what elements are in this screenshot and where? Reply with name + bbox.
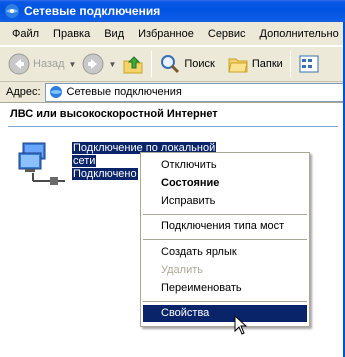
menu-item-rename[interactable]: Переименовать bbox=[143, 280, 307, 297]
back-arrow-icon bbox=[8, 53, 30, 75]
address-field[interactable]: Сетевые подключения bbox=[44, 82, 345, 102]
explorer-window: Сетевые подключения Файл Правка Вид Избр… bbox=[0, 0, 345, 357]
menu-separator bbox=[143, 214, 307, 215]
folders-button[interactable]: Папки bbox=[224, 49, 286, 79]
address-value: Сетевые подключения bbox=[66, 86, 182, 98]
menu-item-properties[interactable]: Свойства bbox=[143, 305, 307, 322]
views-icon bbox=[299, 55, 319, 73]
menu-file[interactable]: Файл bbox=[0, 28, 46, 40]
back-label: Назад bbox=[33, 58, 65, 70]
views-button[interactable] bbox=[295, 49, 323, 79]
up-folder-button[interactable] bbox=[119, 49, 147, 79]
up-folder-icon bbox=[123, 56, 143, 74]
menu-item-bridge-connections[interactable]: Подключения типа мост bbox=[143, 218, 307, 235]
lan-connection-icon[interactable] bbox=[17, 139, 69, 187]
forward-button[interactable]: ▼ bbox=[79, 49, 119, 79]
menu-item-disconnect[interactable]: Отключить bbox=[143, 157, 307, 174]
menu-bar: Файл Правка Вид Избранное Сервис Дополни… bbox=[0, 22, 345, 46]
address-label: Адрес: bbox=[6, 86, 41, 98]
group-header: ЛВС или высокоскоростной Интернет bbox=[10, 108, 218, 120]
forward-arrow-icon bbox=[82, 53, 104, 75]
mouse-cursor-icon bbox=[234, 315, 248, 335]
folders-label: Папки bbox=[251, 58, 283, 70]
group-divider bbox=[8, 126, 338, 127]
menu-separator bbox=[143, 239, 307, 240]
search-icon bbox=[161, 55, 180, 74]
forward-dropdown-icon[interactable]: ▼ bbox=[108, 60, 116, 69]
window-title: Сетевые подключения bbox=[24, 4, 161, 18]
search-button[interactable]: Поиск bbox=[156, 49, 217, 79]
folders-icon bbox=[228, 58, 248, 73]
menu-advanced[interactable]: Дополнительно bbox=[253, 28, 345, 40]
context-menu: Отключить Состояние Исправить Подключени… bbox=[140, 152, 310, 327]
menu-tools[interactable]: Сервис bbox=[201, 28, 253, 40]
connection-name-line2: сети bbox=[72, 155, 97, 167]
connection-status: Подключено bbox=[72, 168, 138, 180]
menu-edit[interactable]: Правка bbox=[46, 28, 97, 40]
menu-item-repair[interactable]: Исправить bbox=[143, 193, 307, 210]
network-globe-icon bbox=[49, 86, 62, 98]
menu-item-status[interactable]: Состояние bbox=[143, 175, 307, 192]
toolbar-separator bbox=[289, 51, 291, 77]
menu-view[interactable]: Вид bbox=[97, 28, 131, 40]
menu-favorites[interactable]: Избранное bbox=[131, 28, 201, 40]
address-bar: Адрес: Сетевые подключения bbox=[0, 82, 345, 103]
menu-item-delete: Удалить bbox=[161, 264, 203, 276]
menu-item-create-shortcut[interactable]: Создать ярлык bbox=[143, 244, 307, 261]
toolbar: Назад ▼ ▼ Поиск Папки bbox=[0, 46, 345, 82]
back-button[interactable]: Назад ▼ bbox=[0, 49, 79, 79]
search-label: Поиск bbox=[184, 58, 215, 70]
toolbar-separator bbox=[151, 51, 153, 77]
back-dropdown-icon[interactable]: ▼ bbox=[69, 60, 77, 69]
network-connections-icon bbox=[5, 4, 19, 18]
title-bar[interactable]: Сетевые подключения bbox=[0, 0, 345, 22]
menu-separator bbox=[143, 301, 307, 302]
